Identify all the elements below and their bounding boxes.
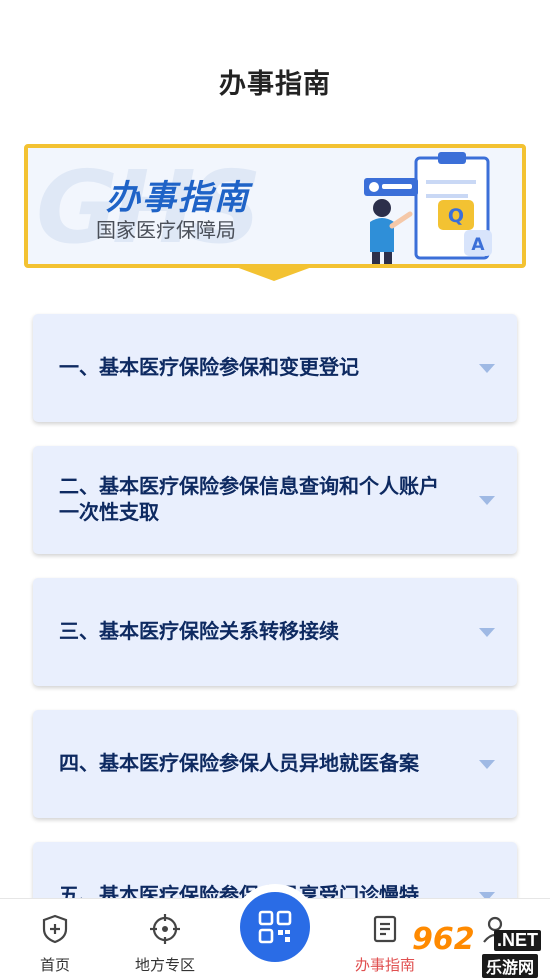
a-bubble-label: A [471,235,485,255]
guide-banner: GHS 办事指南 国家医疗保障局 Q A [24,144,526,268]
q-bubble-label: Q [448,205,464,227]
clipboard-person-illustration: Q A [364,152,492,264]
target-icon [150,914,180,944]
tab-home[interactable]: 首页 [0,899,110,979]
page-title: 办事指南 [219,69,331,99]
guide-item-label: 一、基本医疗保险参保和变更登记 [59,357,359,379]
chevron-down-icon[interactable] [479,496,495,505]
guide-item-2[interactable]: 二、基本医疗保险参保信息查询和个人账户一次性支取 [33,446,517,554]
scan-button-circle [240,892,310,962]
chevron-down-icon[interactable] [479,760,495,769]
site-watermark: 962 .NET 乐游网 [412,918,546,978]
guide-item-label: 三、基本医疗保险关系转移接续 [59,621,339,643]
guide-item-label: 四、基本医疗保险参保人员异地就医备案 [59,753,419,775]
banner-title: 办事指南 [106,179,250,217]
banner-subtitle: 国家医疗保障局 [96,220,236,242]
chevron-down-icon[interactable] [479,628,495,637]
document-icon [373,915,397,943]
guide-item-4[interactable]: 四、基本医疗保险参保人员异地就医备案 [33,710,517,818]
guide-item-1[interactable]: 一、基本医疗保险参保和变更登记 [33,314,517,422]
shield-plus-icon [42,914,68,944]
scan-button[interactable] [232,884,318,970]
banner-pointer [236,267,312,281]
watermark-net: .NET [494,930,542,951]
guide-item-label: 二、基本医疗保险参保信息查询和个人账户一次性支取 [59,476,439,524]
watermark-brand: 962 [412,922,475,957]
tab-home-label: 首页 [39,957,70,974]
chevron-down-icon[interactable] [479,364,495,373]
watermark-sub: 乐游网 [482,954,539,978]
tab-local-zone[interactable]: 地方专区 [110,899,220,979]
tab-local-zone-label: 地方专区 [134,957,195,974]
scan-qr-icon [258,910,292,944]
guide-item-3[interactable]: 三、基本医疗保险关系转移接续 [33,578,517,686]
